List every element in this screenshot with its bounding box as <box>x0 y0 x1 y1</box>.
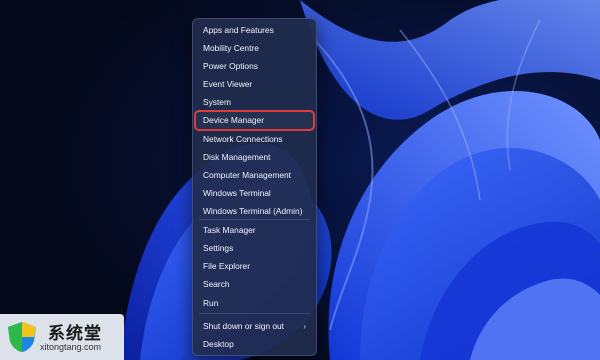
watermark-url: xitongtang.com <box>40 342 102 352</box>
menu-item-label: System <box>203 97 231 107</box>
menu-item-event-viewer[interactable]: Event Viewer <box>196 76 313 93</box>
menu-item-desktop[interactable]: Desktop <box>196 336 313 353</box>
menu-item-label: Settings <box>203 243 234 253</box>
menu-item-label: Desktop <box>203 339 234 349</box>
menu-item-label: Mobility Centre <box>203 43 259 53</box>
menu-item-mobility-centre[interactable]: Mobility Centre <box>196 40 313 57</box>
menu-item-task-manager[interactable]: Task Manager <box>196 222 313 239</box>
winx-context-menu: Apps and Features Mobility Centre Power Op… <box>192 18 317 356</box>
menu-separator <box>199 313 310 314</box>
watermark-brand: 系统堂 <box>48 324 102 344</box>
menu-item-label: File Explorer <box>203 261 251 271</box>
menu-item-label: Device Manager <box>203 115 264 125</box>
menu-item-label: Search <box>203 279 230 289</box>
menu-item-label: Computer Management <box>203 170 291 180</box>
menu-item-file-explorer[interactable]: File Explorer <box>196 258 313 275</box>
menu-item-label: Event Viewer <box>203 79 253 89</box>
menu-item-settings[interactable]: Settings <box>196 240 313 257</box>
menu-separator <box>199 219 310 220</box>
menu-item-power-options[interactable]: Power Options <box>196 58 313 75</box>
menu-item-computer-management[interactable]: Computer Management <box>196 167 313 184</box>
menu-item-label: Network Connections <box>203 134 283 144</box>
menu-item-device-manager[interactable]: Device Manager <box>194 110 315 131</box>
menu-item-label: Disk Management <box>203 152 271 162</box>
menu-item-system[interactable]: System <box>196 94 313 111</box>
menu-item-apps-and-features[interactable]: Apps and Features <box>196 22 313 39</box>
menu-item-label: Windows Terminal (Admin) <box>203 206 303 216</box>
menu-item-label: Apps and Features <box>203 25 274 35</box>
watermark: 系统堂 xitongtang.com <box>0 314 124 360</box>
shield-logo-icon <box>8 322 36 352</box>
menu-item-label: Shut down or sign out <box>203 321 285 331</box>
menu-item-windows-terminal[interactable]: Windows Terminal <box>196 185 313 202</box>
menu-item-disk-management[interactable]: Disk Management <box>196 149 313 166</box>
menu-item-label: Windows Terminal <box>203 188 271 198</box>
menu-item-label: Task Manager <box>203 225 256 235</box>
menu-item-run[interactable]: Run <box>196 295 313 312</box>
menu-item-search[interactable]: Search <box>196 276 313 293</box>
menu-item-label: Power Options <box>203 61 258 71</box>
menu-item-windows-terminal-admin[interactable]: Windows Terminal (Admin) <box>196 203 313 220</box>
menu-item-shut-down-or-sign-out[interactable]: Shut down or sign out › <box>196 318 313 335</box>
menu-item-network-connections[interactable]: Network Connections <box>196 131 313 148</box>
menu-item-label: Run <box>203 298 219 308</box>
chevron-right-icon: › <box>303 322 306 331</box>
